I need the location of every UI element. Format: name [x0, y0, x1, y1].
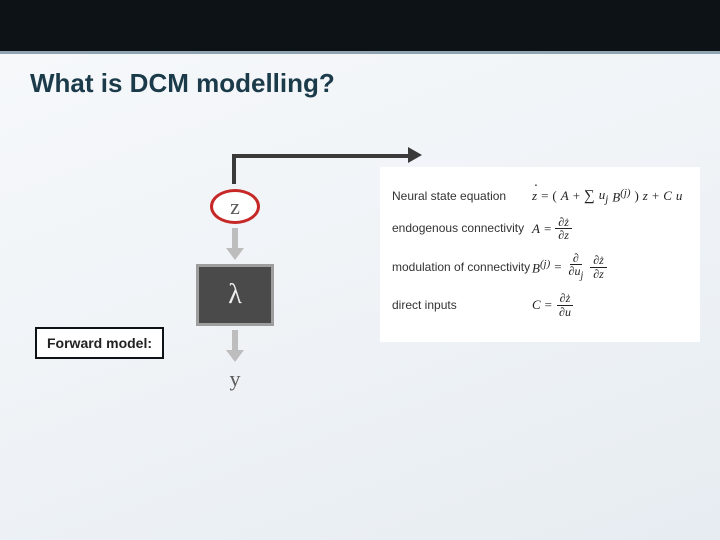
row-B: modulation of connectivity B(j) = ∂ ∂uj … [392, 252, 688, 282]
sym-zdot: z [532, 188, 537, 204]
node-y: y [195, 366, 275, 392]
row-state-equation: Neural state equation z = ( A + ∑ uj B(j… [392, 187, 688, 206]
page-title: What is DCM modelling? [0, 54, 720, 99]
forward-model-label: Forward model: [35, 327, 164, 359]
equations-panel: Neural state equation z = ( A + ∑ uj B(j… [380, 167, 700, 342]
label-B: modulation of connectivity [392, 260, 532, 274]
arrow-right-icon [408, 147, 422, 163]
label-state: Neural state equation [392, 189, 532, 203]
frac-B-inner: ∂ż ∂z [590, 254, 607, 280]
arrow-down-icon [226, 350, 244, 362]
arrow-stem [232, 330, 238, 352]
node-lambda: λ [196, 264, 274, 326]
frac-B-outer: ∂ ∂uj [566, 252, 587, 282]
row-C: direct inputs C = ∂ż ∂u [392, 292, 688, 318]
title-bar [0, 0, 720, 54]
slide-body: Forward model: z λ y Neural state equati… [0, 99, 720, 534]
frac-C: ∂ż ∂u [556, 292, 574, 318]
label-A: endogenous connectivity [392, 221, 532, 235]
arrow-down-icon [226, 248, 244, 260]
arrow-stem [232, 228, 238, 250]
label-C: direct inputs [392, 298, 532, 312]
math-C: C = ∂ż ∂u [532, 292, 574, 318]
math-state: z = ( A + ∑ uj B(j) ) z + C u [532, 187, 682, 206]
frac-A: ∂ż ∂z [555, 216, 572, 242]
flow-column: z λ y [195, 189, 275, 392]
math-A: A = ∂ż ∂z [532, 216, 572, 242]
math-B: B(j) = ∂ ∂uj ∂ż ∂z [532, 252, 607, 282]
node-z: z [210, 189, 260, 224]
row-A: endogenous connectivity A = ∂ż ∂z [392, 216, 688, 242]
